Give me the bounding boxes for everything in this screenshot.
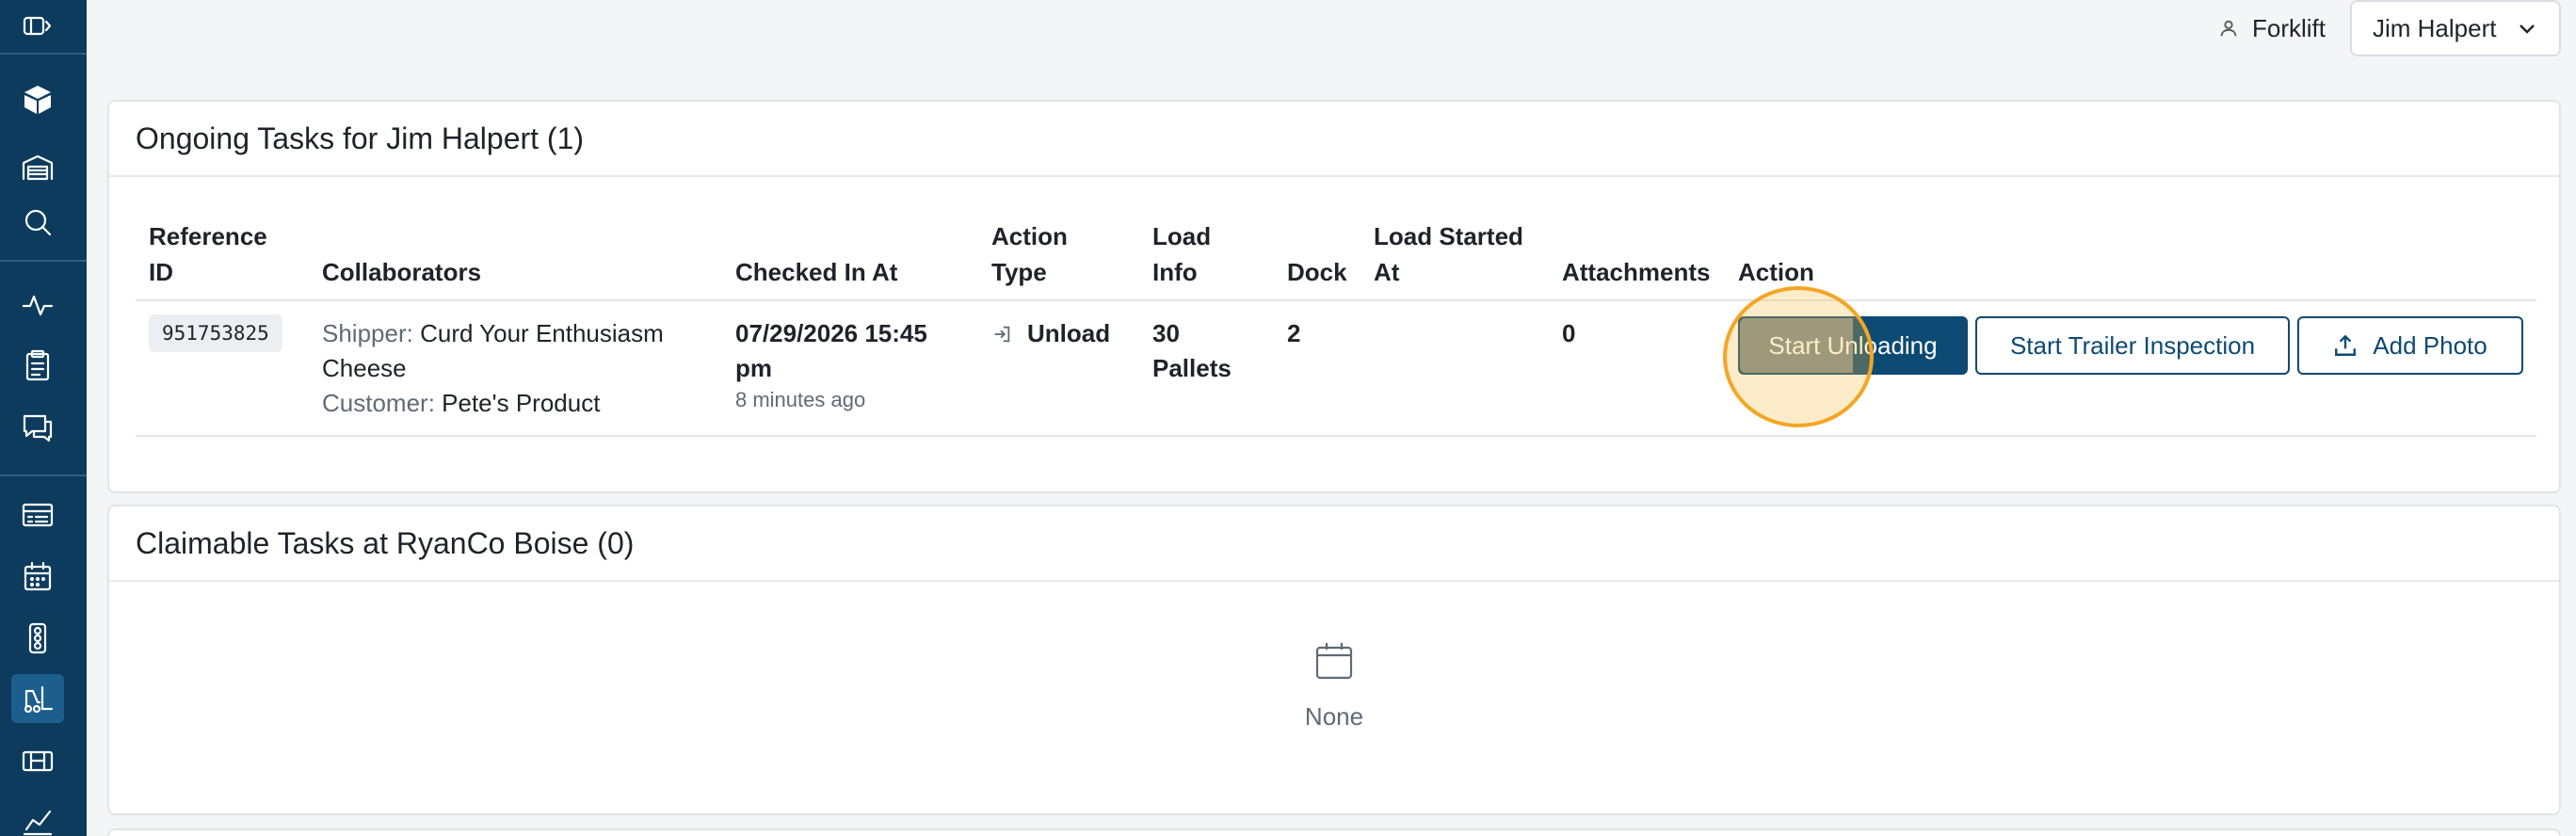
col-dock: Dock xyxy=(1287,258,1347,286)
user-name: Jim Halpert xyxy=(2373,13,2497,42)
shipper-value: Curd Your Enthusiasm xyxy=(420,319,664,347)
role-indicator: Forklift xyxy=(2218,9,2326,47)
col-collaborators: Collaborators xyxy=(322,258,482,286)
col-checked-in-at: Checked In At xyxy=(735,258,898,286)
customer-label: Customer: xyxy=(322,389,435,417)
receipt-list-icon[interactable] xyxy=(11,490,64,539)
logo-icon[interactable] xyxy=(11,75,64,124)
col-attachments: Attachments xyxy=(1562,258,1711,286)
col-reference-id: Reference ID xyxy=(149,222,267,286)
traffic-light-icon[interactable] xyxy=(11,614,64,663)
action-type-cell: Unload xyxy=(991,316,1110,351)
empty-state-text: None xyxy=(1304,702,1364,731)
load-info-cell: 30 Pallets xyxy=(1152,316,1232,386)
next-card xyxy=(107,828,2561,836)
reference-id-badge: 951753825 xyxy=(149,314,282,352)
customer-value: Pete's Product xyxy=(442,389,601,417)
upload-icon xyxy=(2335,334,2357,356)
search-icon[interactable] xyxy=(11,198,64,247)
sidebar xyxy=(0,0,87,836)
activity-icon[interactable] xyxy=(11,281,64,330)
load-info-unit: Pallets xyxy=(1152,354,1232,382)
col-load-started-at: Load Started At xyxy=(1374,222,1523,286)
user-select[interactable]: Jim Halpert xyxy=(2350,0,2561,56)
empty-state: None xyxy=(109,638,2559,732)
ongoing-tasks-title: Ongoing Tasks for Jim Halpert (1) xyxy=(109,102,2559,177)
collaborators-cell: Shipper: Curd Your Enthusiasm Cheese Cus… xyxy=(322,316,717,421)
claimable-tasks-card: Claimable Tasks at RyanCo Boise (0) None xyxy=(107,505,2561,815)
dock-door-icon[interactable] xyxy=(11,736,64,785)
col-action: Action xyxy=(1738,258,1814,286)
load-info-count: 30 xyxy=(1152,319,1180,347)
shipper-label: Shipper: xyxy=(322,319,413,347)
col-load-info: Load Info xyxy=(1152,222,1212,286)
panel-toggle-icon[interactable] xyxy=(11,2,64,51)
messages-icon[interactable] xyxy=(11,403,64,452)
col-action-type: Action Type xyxy=(991,222,1068,286)
calendar-icon xyxy=(1315,643,1353,680)
ongoing-tasks-card: Ongoing Tasks for Jim Halpert (1) Refere… xyxy=(107,100,2561,493)
clipboard-icon[interactable] xyxy=(11,341,64,390)
ongoing-tasks-table: Reference ID Collaborators Checked In At … xyxy=(136,205,2536,437)
chevron-down-icon xyxy=(2520,24,2535,34)
start-trailer-inspection-button[interactable]: Start Trailer Inspection xyxy=(1975,316,2290,375)
forklift-icon[interactable] xyxy=(11,674,64,723)
table-row: 951753825 Shipper: Curd Your Enthusiasm … xyxy=(136,301,2536,437)
checked-in-date: 07/29/2026 15:45 xyxy=(735,319,927,347)
table-header: Reference ID Collaborators Checked In At … xyxy=(136,205,2536,301)
calendar-icon[interactable] xyxy=(11,552,64,601)
checked-in-relative: 8 minutes ago xyxy=(735,388,866,411)
dock-value: 2 xyxy=(1287,319,1301,347)
action-type-value: Unload xyxy=(1027,319,1111,347)
user-icon xyxy=(2220,20,2237,37)
checked-in-time: pm xyxy=(735,354,772,382)
sign-in-icon xyxy=(994,326,1010,342)
add-photo-button[interactable]: Add Photo xyxy=(2297,316,2523,375)
claimable-tasks-title: Claimable Tasks at RyanCo Boise (0) xyxy=(109,506,2559,582)
attachments-value: 0 xyxy=(1562,319,1576,347)
shipper-value-cont: Cheese xyxy=(322,354,407,382)
start-unloading-button[interactable]: Start Unloading xyxy=(1738,316,1968,375)
chart-icon[interactable] xyxy=(11,796,64,836)
checked-in-cell: 07/29/2026 15:45 pm 8 minutes ago xyxy=(735,316,927,414)
role-label: Forklift xyxy=(2252,13,2326,42)
warehouse-icon[interactable] xyxy=(11,143,64,192)
